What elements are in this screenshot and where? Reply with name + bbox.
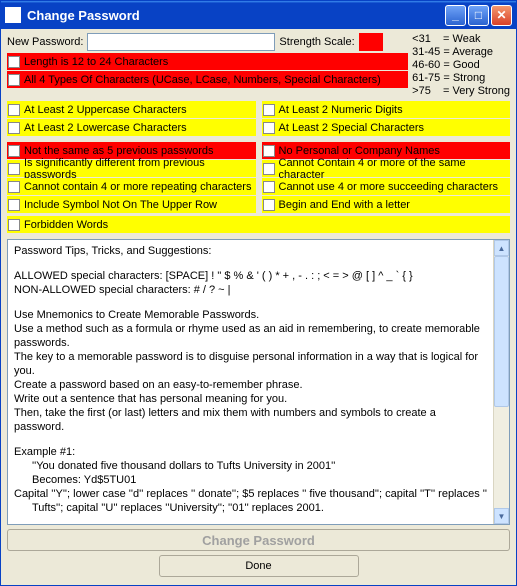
rule-checkbox <box>263 145 275 157</box>
tips-ex1b: Becomes: Yd$5TU01 <box>14 473 487 487</box>
rule-text: Is significantly different from previous… <box>24 157 256 181</box>
rule-item: All 4 Types Of Characters (UCase, LCase,… <box>7 71 408 88</box>
tips-mnem6: Then, take the first (or last) letters a… <box>14 406 487 434</box>
rule-checkbox <box>8 199 20 211</box>
maximize-button[interactable]: □ <box>468 5 489 26</box>
rule-checkbox <box>263 104 275 116</box>
rule-checkbox <box>8 56 20 68</box>
rule-text: At Least 2 Numeric Digits <box>279 104 403 116</box>
tips-mnem1: Use Mnemonics to Create Memorable Passwo… <box>14 308 487 322</box>
rule-item: Is significantly different from previous… <box>7 160 256 177</box>
rule-text: Length is 12 to 24 Characters <box>24 56 168 68</box>
scroll-thumb[interactable] <box>494 256 509 407</box>
rule-checkbox <box>8 122 20 134</box>
titlebar: Change Password _ □ ✕ <box>1 1 516 29</box>
rule-checkbox <box>8 181 20 193</box>
tips-nonallowed: NON-ALLOWED special characters: # / ? ~ … <box>14 283 487 297</box>
rule-checkbox <box>8 74 20 86</box>
rule-item: Forbidden Words <box>7 216 510 233</box>
rule-checkbox <box>8 145 20 157</box>
strength-scale-label: Strength Scale: <box>279 36 354 48</box>
scroll-track[interactable] <box>494 256 509 508</box>
rule-text: At Least 2 Uppercase Characters <box>24 104 187 116</box>
rule-text: Begin and End with a letter <box>279 199 410 211</box>
scroll-down-icon[interactable]: ▼ <box>494 508 509 524</box>
rule-item: At Least 2 Numeric Digits <box>262 101 511 118</box>
rule-item: Cannot contain 4 or more repeating chara… <box>7 178 256 195</box>
rule-item: Cannot use 4 or more succeeding characte… <box>262 178 511 195</box>
tips-panel: Password Tips, Tricks, and Suggestions: … <box>7 239 510 525</box>
app-icon <box>5 7 21 23</box>
rule-item: Length is 12 to 24 Characters <box>7 53 408 70</box>
change-password-button[interactable]: Change Password <box>7 529 510 551</box>
rule-checkbox <box>263 163 275 175</box>
rule-checkbox <box>263 181 275 193</box>
tips-mnem4: Create a password based on an easy-to-re… <box>14 378 487 392</box>
tips-ex1c: Capital ''Y''; lower case ''d'' replaces… <box>14 487 487 515</box>
rule-text: Not the same as 5 previous passwords <box>24 145 214 157</box>
rule-text: All 4 Types Of Characters (UCase, LCase,… <box>24 74 381 86</box>
rule-checkbox <box>8 104 20 116</box>
strength-legend: <31 = Weak 31-45 = Average 46-60 = Good … <box>412 33 510 98</box>
new-password-input[interactable] <box>87 33 275 51</box>
tips-ex1h: Example #1: <box>14 445 487 459</box>
rule-text: No Personal or Company Names <box>279 145 440 157</box>
window-body: New Password: Strength Scale: 0 Length i… <box>1 29 516 585</box>
rule-text: At Least 2 Special Characters <box>279 122 425 134</box>
window-title: Change Password <box>27 8 445 23</box>
scrollbar[interactable]: ▲ ▼ <box>493 240 509 524</box>
rule-checkbox <box>8 219 20 231</box>
strength-score: 0 <box>359 33 383 51</box>
scroll-up-icon[interactable]: ▲ <box>494 240 509 256</box>
rule-checkbox <box>8 163 20 175</box>
rule-item: At Least 2 Uppercase Characters <box>7 101 256 118</box>
rule-checkbox <box>263 199 275 211</box>
tips-mnem3: The key to a memorable password is to di… <box>14 350 487 378</box>
rule-item: Begin and End with a letter <box>262 196 511 213</box>
done-button[interactable]: Done <box>159 555 359 577</box>
rule-item: At Least 2 Lowercase Characters <box>7 119 256 136</box>
tips-ex1a: ''You donated five thousand dollars to T… <box>14 459 487 473</box>
close-button[interactable]: ✕ <box>491 5 512 26</box>
rule-item: Cannot Contain 4 or more of the same cha… <box>262 160 511 177</box>
rule-text: Cannot Contain 4 or more of the same cha… <box>279 157 511 181</box>
rule-item: Include Symbol Not On The Upper Row <box>7 196 256 213</box>
rule-text: Forbidden Words <box>24 219 108 231</box>
tips-mnem2: Use a method such as a formula or rhyme … <box>14 322 487 350</box>
rule-text: Include Symbol Not On The Upper Row <box>24 199 217 211</box>
tips-heading: Password Tips, Tricks, and Suggestions: <box>14 244 487 258</box>
tips-allowed: ALLOWED special characters: [SPACE] ! " … <box>14 269 487 283</box>
minimize-button[interactable]: _ <box>445 5 466 26</box>
rule-item: At Least 2 Special Characters <box>262 119 511 136</box>
rule-text: At Least 2 Lowercase Characters <box>24 122 187 134</box>
rule-checkbox <box>263 122 275 134</box>
rule-text: Cannot use 4 or more succeeding characte… <box>279 181 499 193</box>
window: Change Password _ □ ✕ New Password: Stre… <box>0 0 517 586</box>
rule-text: Cannot contain 4 or more repeating chara… <box>24 181 251 193</box>
tips-mnem5: Write out a sentence that has personal m… <box>14 392 487 406</box>
new-password-label: New Password: <box>7 36 83 48</box>
